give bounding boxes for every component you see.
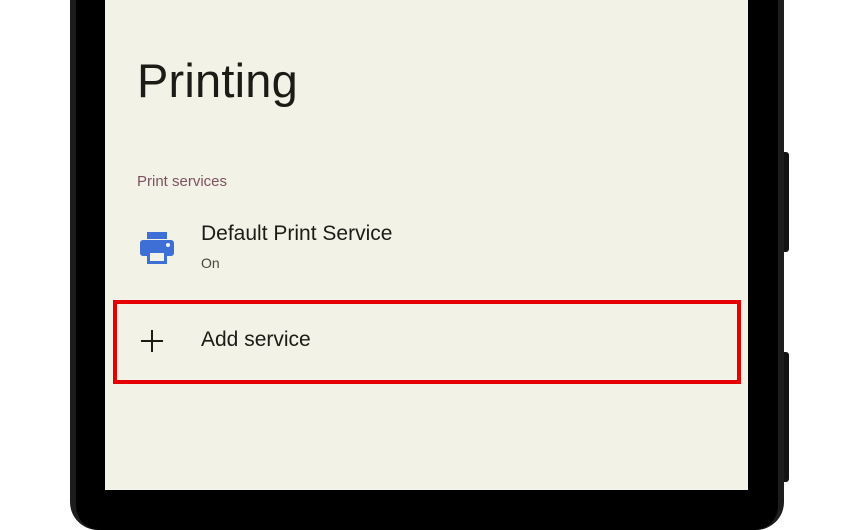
power-button xyxy=(784,152,789,252)
printer-icon xyxy=(137,228,177,268)
list-item-default-print-service[interactable]: Default Print Service On xyxy=(105,208,748,282)
section-header-print-services: Print services xyxy=(137,173,228,190)
volume-button xyxy=(784,352,789,482)
settings-screen: Printing Print services Default Print Se… xyxy=(105,0,748,490)
page-title: Printing xyxy=(137,54,298,107)
highlight-box xyxy=(113,300,741,384)
service-summary: On xyxy=(201,255,220,271)
service-title: Default Print Service xyxy=(201,222,393,245)
